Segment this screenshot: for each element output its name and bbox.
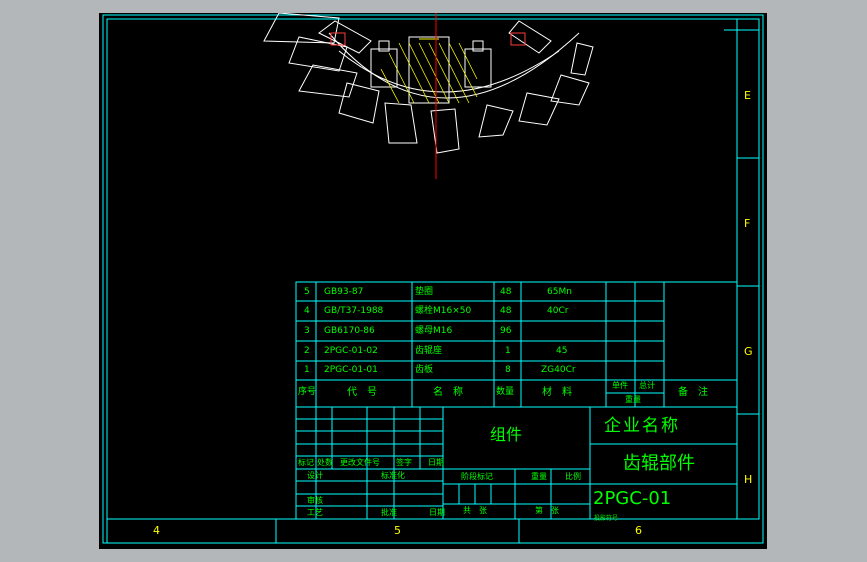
- rev-date-label: 日期: [428, 458, 444, 467]
- company-name: 企业名称: [604, 416, 680, 436]
- part-row-no: 4: [304, 306, 310, 316]
- zone-label-6: 6: [635, 524, 642, 537]
- part-row-code: GB6170-86: [324, 326, 375, 336]
- part-row-qty: 48: [500, 306, 512, 316]
- part-row-no: 1: [304, 365, 310, 375]
- role-approve: 批准: [381, 508, 397, 517]
- scale-label: 比例: [565, 472, 581, 481]
- part-row-name: 齿辊座: [415, 346, 443, 356]
- zone-label-h: H: [744, 473, 753, 486]
- header-single-weight: 单件: [612, 381, 628, 390]
- tooth-roll-view: [263, 12, 594, 154]
- header-total-weight: 总计: [639, 381, 655, 390]
- part-row-material: 45: [556, 346, 568, 356]
- projection-label: 投影符号: [594, 515, 619, 522]
- part-row-name: 齿板: [415, 365, 434, 375]
- role-standard: 标准化: [381, 471, 405, 480]
- drawing-canvas[interactable]: E F G H 4 5 6 5 GB93-87 垫圈 48 65Mn 4 GB/…: [99, 12, 767, 549]
- zone-label-e: E: [744, 89, 751, 102]
- header-material: 材 料: [542, 387, 572, 398]
- zone-label-5: 5: [394, 524, 401, 537]
- weight-label: 重量: [531, 472, 547, 481]
- part-row-name: 垫圈: [415, 287, 434, 297]
- part-row-qty: 1: [505, 346, 511, 356]
- part-row-material: 40Cr: [547, 306, 569, 316]
- header-remark: 备 注: [678, 387, 708, 398]
- zone-label-g: G: [744, 345, 753, 358]
- zone-label-4: 4: [153, 524, 160, 537]
- part-row-qty: 48: [500, 287, 512, 297]
- header-weight: 重量: [625, 395, 641, 404]
- role-review: 审核: [307, 496, 323, 505]
- part-row-code: 2PGC-01-01: [324, 365, 378, 375]
- header-qty: 数量: [496, 387, 515, 397]
- part-row-code: 2PGC-01-02: [324, 346, 378, 356]
- header-code: 代 号: [347, 387, 377, 398]
- part-row-code: GB93-87: [324, 287, 364, 297]
- assembly-title: 组件: [490, 425, 523, 444]
- role-design: 设计: [307, 471, 323, 480]
- part-row-qty: 8: [505, 365, 511, 375]
- part-row-no: 3: [304, 326, 310, 336]
- section-hatching: [380, 42, 478, 104]
- role-date: 日期: [429, 508, 445, 517]
- part-row-material: ZG40Cr: [541, 365, 576, 375]
- header-no: 序号: [298, 387, 317, 397]
- stage-label: 阶段标记: [461, 472, 493, 481]
- part-row-qty: 96: [500, 326, 512, 336]
- zone-label-f: F: [744, 217, 751, 230]
- part-row-name: 螺栓M16×50: [415, 306, 472, 316]
- part-row-no: 2: [304, 346, 310, 356]
- sheets-label: 共 张: [463, 506, 487, 515]
- drawing-name: 齿辊部件: [623, 453, 695, 474]
- header-name: 名 称: [433, 387, 463, 398]
- rev-mark-label: 标记: [298, 458, 314, 467]
- rev-doc-label: 更改文件号: [340, 458, 380, 467]
- part-row-code: GB/T37-1988: [324, 306, 384, 316]
- drawing-number: 2PGC-01: [593, 488, 672, 509]
- role-process: 工艺: [307, 508, 323, 517]
- part-row-name: 螺母M16: [415, 326, 453, 336]
- sheet-label: 第 张: [535, 506, 559, 515]
- part-row-material: 65Mn: [547, 287, 572, 297]
- part-row-no: 5: [304, 287, 310, 297]
- rev-sign-label: 签字: [396, 458, 412, 467]
- rev-count-label: 处数: [317, 458, 333, 467]
